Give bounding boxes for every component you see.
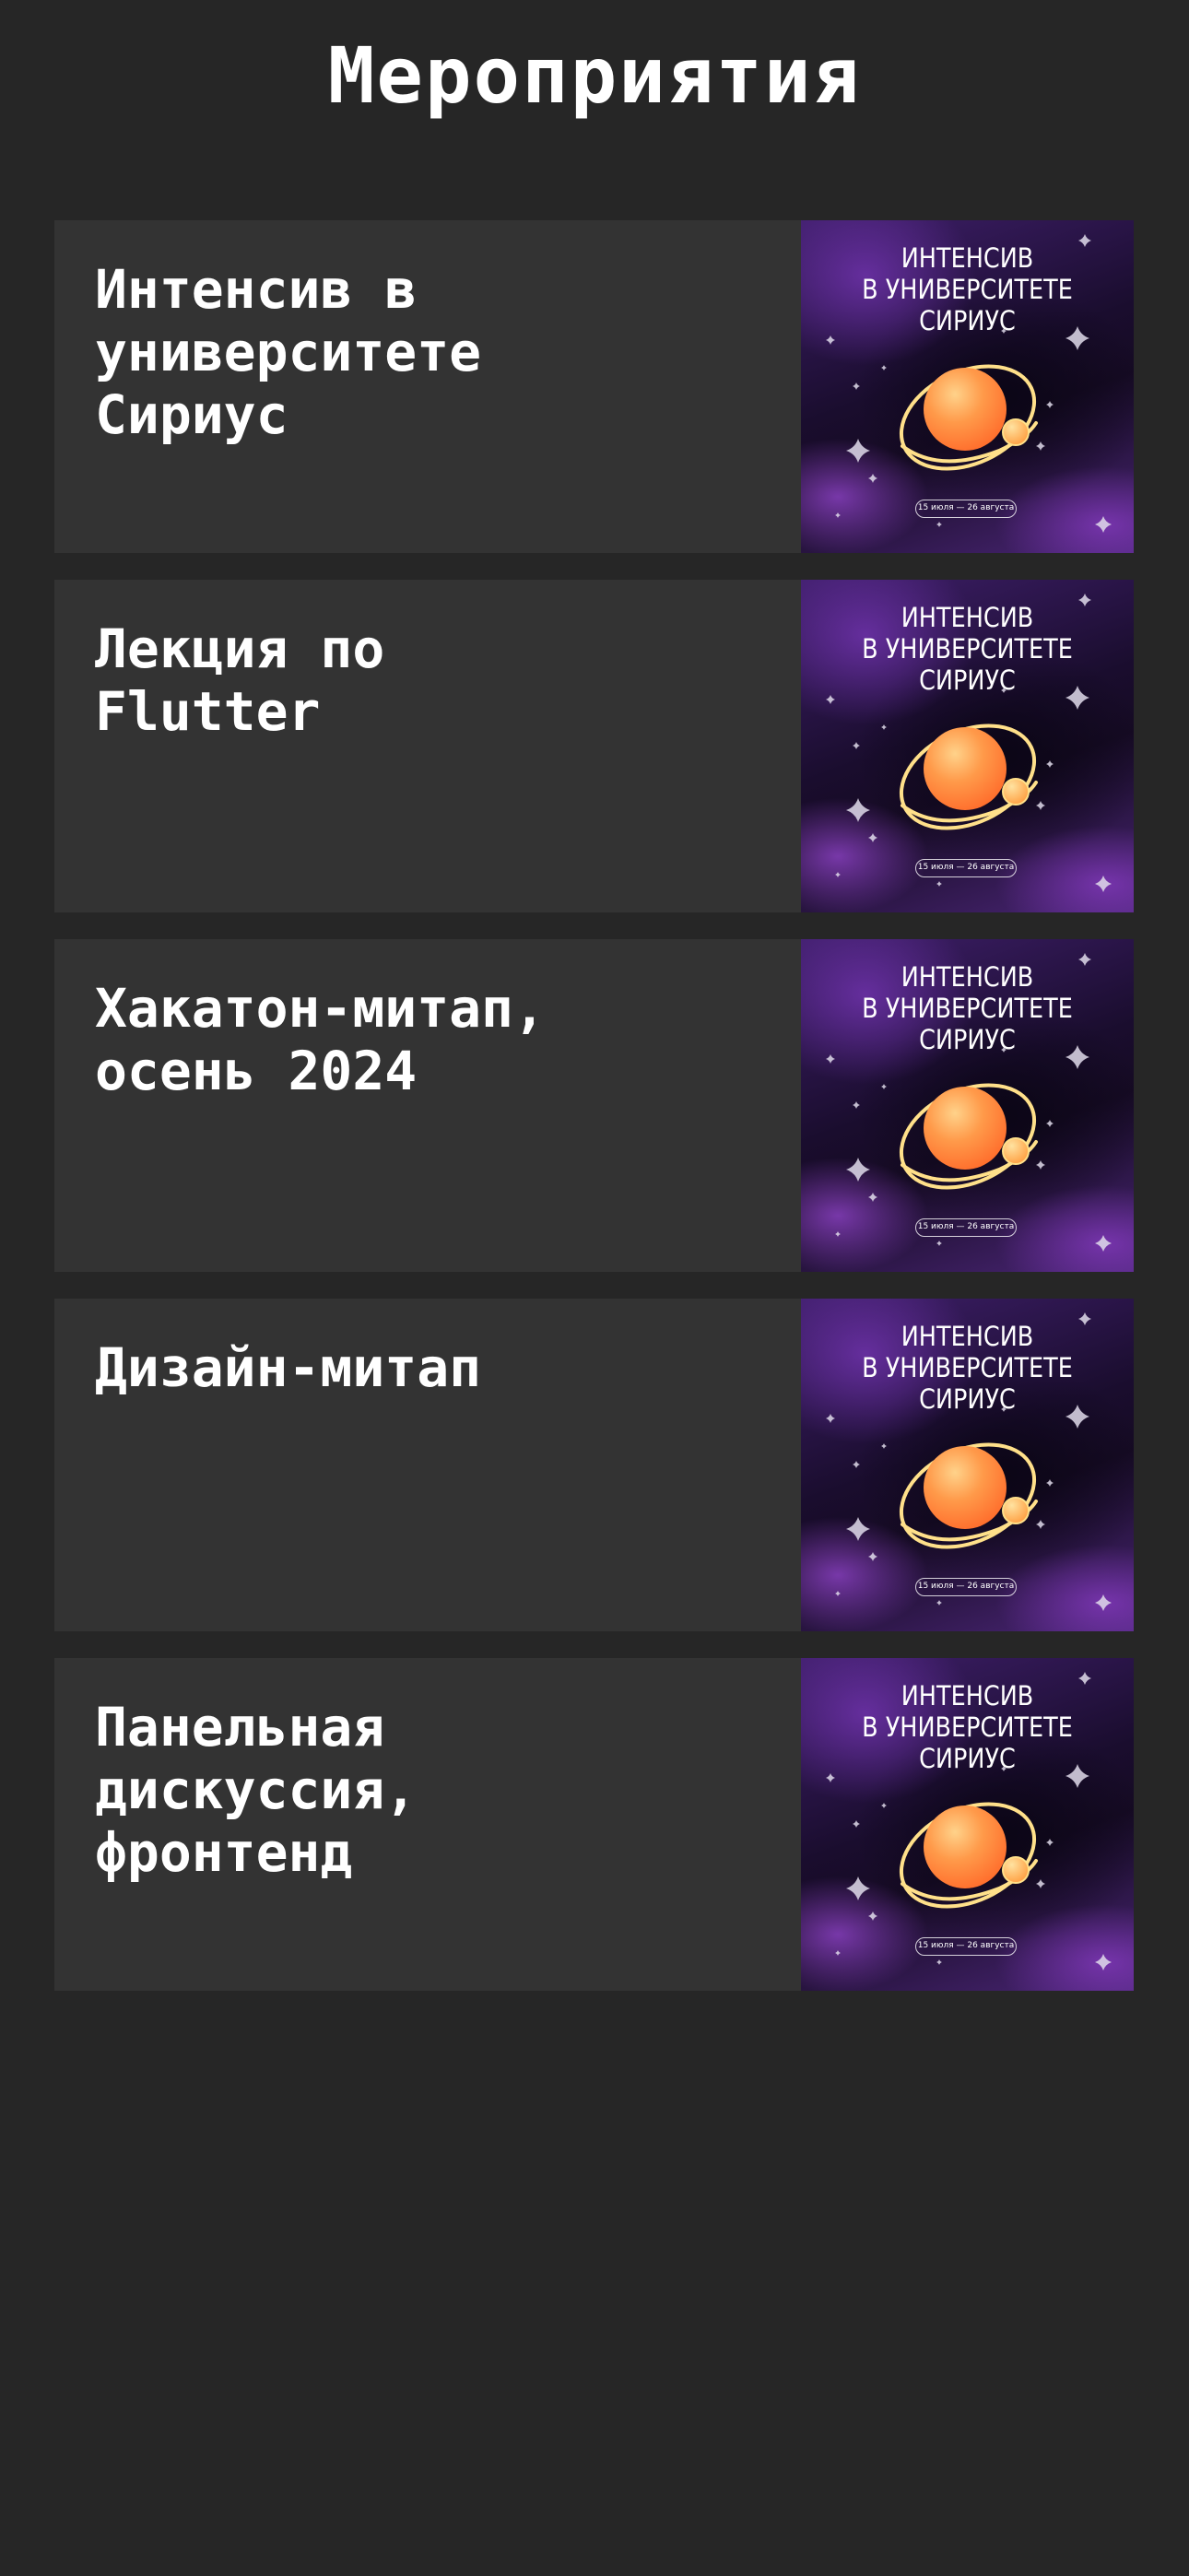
sparkle-icon — [1095, 516, 1112, 533]
sparkle-icon — [826, 1054, 835, 1064]
event-text: Хакатон-митап, осень 2024 — [54, 939, 801, 1272]
sparkle-icon — [881, 724, 887, 730]
sparkle-icon — [853, 1820, 860, 1828]
cover-dates-badge: 15 июля — 26 августа — [915, 1578, 1017, 1596]
event-text: Дизайн-митап — [54, 1299, 801, 1631]
page-title: Мероприятия — [327, 30, 862, 121]
sparkle-icon — [1095, 1954, 1112, 1970]
sparkle-icon — [826, 335, 835, 345]
sparkle-icon — [853, 382, 860, 390]
sparkle-icon — [936, 1241, 942, 1246]
sparkle-icon — [846, 1517, 870, 1541]
cover-heading: ИНТЕНСИВ В УНИВЕРСИТЕТЕ СИРИУС — [862, 1321, 1073, 1415]
sparkle-icon — [1036, 801, 1045, 810]
event-text: Интенсив в университете Сириус — [54, 220, 801, 553]
sparkle-icon — [826, 1414, 835, 1423]
event-title: Хакатон-митап, осень 2024 — [95, 977, 546, 1102]
cover-heading: ИНТЕНСИВ В УНИВЕРСИТЕТЕ СИРИУС — [862, 242, 1073, 336]
sparkle-icon — [1046, 1479, 1054, 1487]
sparkle-icon — [1046, 401, 1054, 408]
sparkle-icon — [868, 833, 877, 842]
sparkle-icon — [868, 1911, 877, 1921]
sparkle-icon — [936, 881, 942, 887]
event-cover-image: ИНТЕНСИВ В УНИВЕРСИТЕТЕ СИРИУС 15 июля —… — [801, 1658, 1134, 1991]
event-card[interactable]: Хакатон-митап, осень 2024 ИНТЕНСИВ В УНИ… — [54, 939, 1134, 1272]
sparkle-icon — [853, 742, 860, 749]
sparkle-icon — [881, 1443, 887, 1449]
cover-heading: ИНТЕНСИВ В УНИВЕРСИТЕТЕ СИРИУС — [862, 1680, 1073, 1774]
event-card[interactable]: Интенсив в университете Сириус ИНТЕНСИВ … — [54, 220, 1134, 553]
sparkle-icon — [1046, 1120, 1054, 1127]
cover-heading: ИНТЕНСИВ В УНИВЕРСИТЕТЕ СИРИУС — [862, 602, 1073, 696]
sparkle-icon — [1036, 1160, 1045, 1170]
event-card[interactable]: Панельная дискуссия, фронтенд ИНТЕНСИВ В… — [54, 1658, 1134, 1991]
sparkle-icon — [881, 1084, 887, 1089]
event-text: Панельная дискуссия, фронтенд — [54, 1658, 801, 1991]
sparkle-icon — [936, 1600, 942, 1606]
sparkle-icon — [835, 872, 841, 877]
event-card[interactable]: Дизайн-митап ИНТЕНСИВ В УНИВЕРСИТЕТЕ СИР… — [54, 1299, 1134, 1631]
cover-dates-badge: 15 июля — 26 августа — [915, 859, 1017, 877]
event-card[interactable]: Лекция по Flutter ИНТЕНСИВ В УНИВЕРСИТЕТ… — [54, 580, 1134, 912]
sparkle-icon — [1046, 1839, 1054, 1846]
cover-heading: ИНТЕНСИВ В УНИВЕРСИТЕТЕ СИРИУС — [862, 961, 1073, 1055]
sparkle-icon — [881, 1803, 887, 1808]
sparkle-icon — [846, 439, 870, 463]
event-cover-image: ИНТЕНСИВ В УНИВЕРСИТЕТЕ СИРИУС 15 июля —… — [801, 220, 1134, 553]
sparkle-icon — [835, 512, 841, 518]
sparkle-icon — [1095, 1235, 1112, 1252]
event-title: Панельная дискуссия, фронтенд — [95, 1696, 418, 1884]
event-title: Дизайн-митап — [95, 1336, 482, 1399]
sparkle-icon — [846, 1876, 870, 1900]
sparkle-icon — [1095, 1594, 1112, 1611]
events-list: Интенсив в университете Сириус ИНТЕНСИВ … — [54, 220, 1134, 2017]
sparkle-icon — [1095, 876, 1112, 892]
sparkle-icon — [846, 798, 870, 822]
sparkle-icon — [826, 695, 835, 704]
event-title: Интенсив в университете Сириус — [95, 258, 482, 446]
sparkle-icon — [1046, 760, 1054, 768]
event-title: Лекция по Flutter — [95, 618, 385, 743]
cover-dates-badge: 15 июля — 26 августа — [915, 500, 1017, 518]
sparkle-icon — [853, 1101, 860, 1109]
sparkle-icon — [835, 1950, 841, 1956]
sparkle-icon — [1036, 441, 1045, 451]
sparkle-icon — [835, 1591, 841, 1596]
sparkle-icon — [881, 365, 887, 371]
sparkle-icon — [826, 1773, 835, 1782]
event-cover-image: ИНТЕНСИВ В УНИВЕРСИТЕТЕ СИРИУС 15 июля —… — [801, 580, 1134, 912]
event-cover-image: ИНТЕНСИВ В УНИВЕРСИТЕТЕ СИРИУС 15 июля —… — [801, 939, 1134, 1272]
sparkle-icon — [1036, 1520, 1045, 1529]
sparkle-icon — [936, 1959, 942, 1965]
sparkle-icon — [1036, 1879, 1045, 1888]
sparkle-icon — [853, 1461, 860, 1468]
sparkle-icon — [846, 1158, 870, 1182]
sparkle-icon — [868, 1552, 877, 1561]
sparkle-icon — [868, 474, 877, 483]
cover-dates-badge: 15 июля — 26 августа — [915, 1937, 1017, 1956]
sparkle-icon — [868, 1193, 877, 1202]
event-cover-image: ИНТЕНСИВ В УНИВЕРСИТЕТЕ СИРИУС 15 июля —… — [801, 1299, 1134, 1631]
cover-dates-badge: 15 июля — 26 августа — [915, 1218, 1017, 1237]
sparkle-icon — [936, 522, 942, 527]
event-text: Лекция по Flutter — [54, 580, 801, 912]
sparkle-icon — [835, 1231, 841, 1237]
